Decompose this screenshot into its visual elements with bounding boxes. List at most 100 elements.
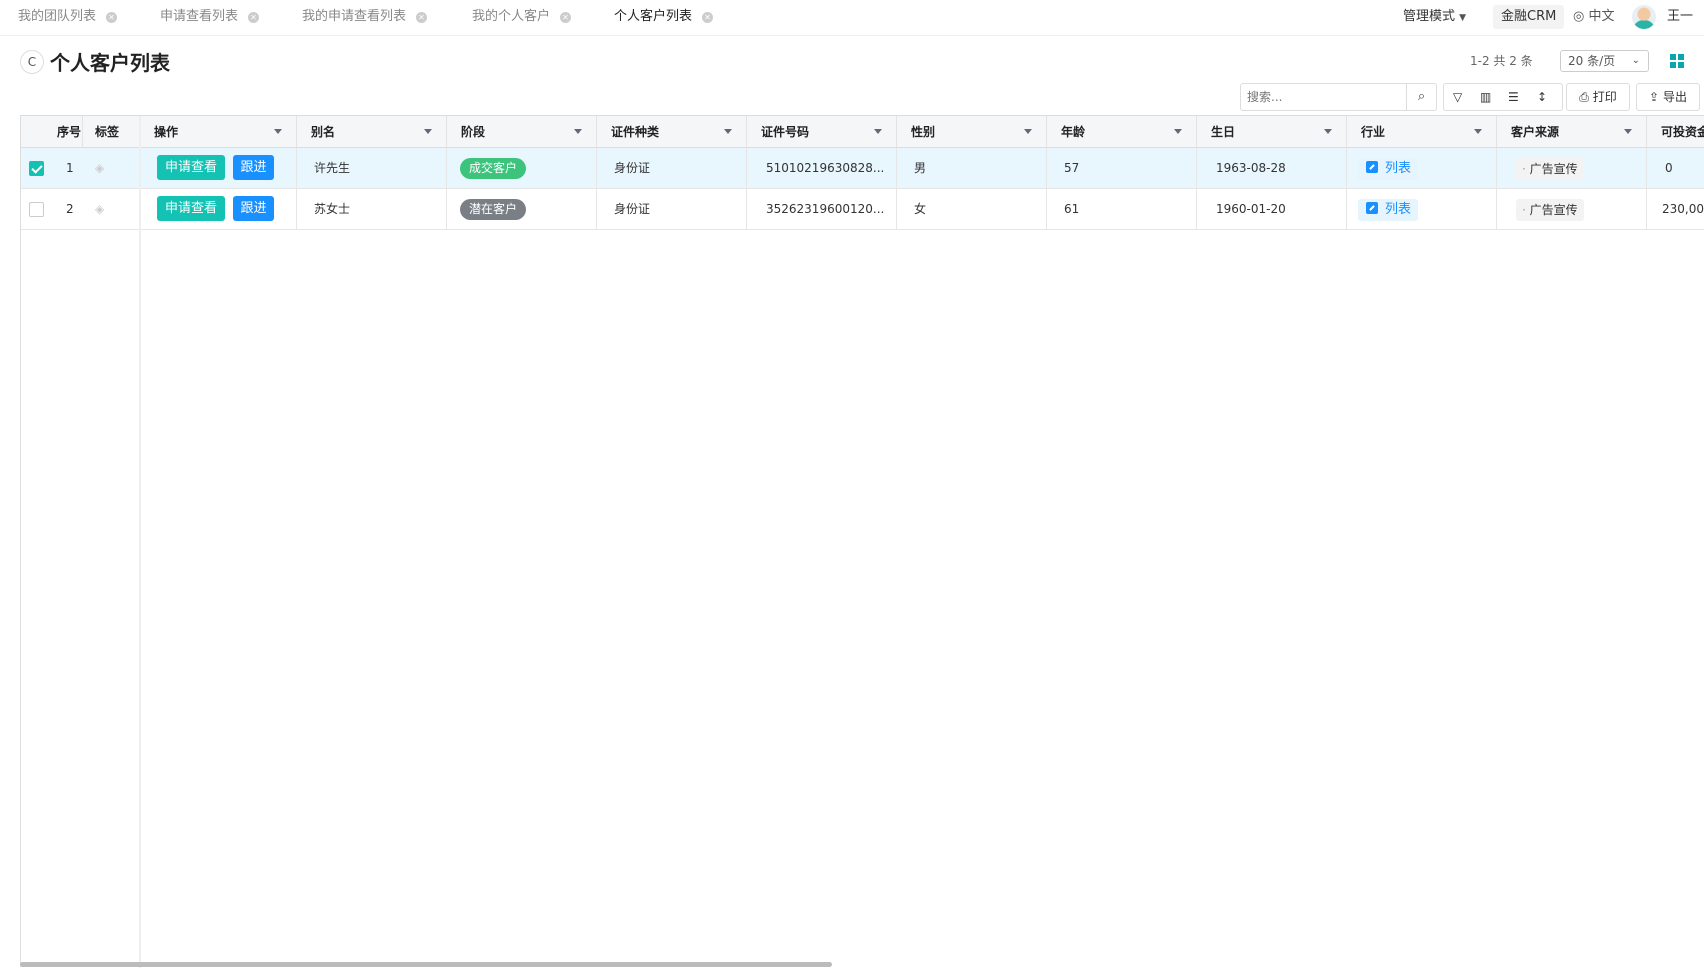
avatar[interactable] [1632, 5, 1656, 29]
investable-cell: 0 [1665, 161, 1673, 175]
column-header-industry[interactable]: 行业 [1347, 116, 1497, 148]
layout-grid-icon[interactable] [1670, 54, 1684, 68]
bar-chart-icon[interactable]: ▥ [1480, 84, 1491, 110]
caret-down-icon[interactable] [574, 129, 582, 134]
source-tag: · 广告宣传 [1516, 157, 1584, 180]
columns-settings-icon[interactable]: ☰ [1508, 84, 1519, 110]
industry-link[interactable]: 列表 [1358, 198, 1419, 221]
pagination-info: 1-2 共 2 条 [1470, 54, 1533, 68]
close-icon[interactable]: ✕ [560, 12, 572, 23]
close-icon[interactable]: ✕ [416, 12, 428, 23]
id-number-cell: 51010219630828... [747, 148, 897, 188]
tool-icon-group: ▽ ▥ ☰ ↕ [1443, 83, 1563, 111]
stage-cell: 潜在客户 [447, 189, 597, 229]
row-checkbox[interactable] [29, 161, 44, 176]
birthday-cell: 1963-08-28 [1197, 148, 1347, 188]
column-header-investable[interactable]: 可投资金额 [1647, 116, 1704, 148]
gender-cell: 女 [897, 189, 1047, 229]
column-header-source[interactable]: 客户来源 [1497, 116, 1647, 148]
external-link-icon [1366, 201, 1378, 214]
status-badge: 成交客户 [460, 158, 527, 179]
close-icon[interactable]: ✕ [702, 12, 714, 23]
customer-table: 序号 标签 操作 别名 阶段 证件种类 证件号码 性别 年龄 生日 行业 客户来… [20, 115, 1704, 968]
industry-link[interactable]: 列表 [1358, 157, 1419, 180]
sort-icon[interactable]: ↕ [1537, 84, 1547, 110]
status-badge: 潜在客户 [460, 199, 527, 220]
column-header-alias[interactable]: 别名 [297, 116, 447, 148]
print-button[interactable]: ⎙ 打印 [1566, 83, 1630, 111]
horizontal-scrollbar[interactable] [20, 962, 832, 967]
caret-down-icon[interactable] [724, 129, 732, 134]
alias-cell: 许先生 [297, 148, 447, 188]
upload-icon: ⇪ [1649, 90, 1660, 104]
age-cell: 61 [1047, 189, 1197, 229]
investable-cell: 230,000 [1662, 202, 1704, 216]
search-icon[interactable]: ⌕ [1406, 84, 1436, 110]
caret-down-icon[interactable] [874, 129, 882, 134]
follow-up-button[interactable]: 跟进 [233, 196, 274, 221]
user-menu[interactable]: 王一 [1667, 0, 1693, 36]
industry-cell: 列表 [1347, 148, 1497, 188]
top-tab-bar: 我的团队列表 ✕ 申请查看列表 ✕ 我的申请查看列表 ✕ 我的个人客户 ✕ 个人客户列表… [0, 0, 1704, 36]
external-link-icon [1366, 160, 1378, 173]
refresh-icon[interactable]: C [20, 50, 44, 74]
close-icon[interactable]: ✕ [106, 12, 118, 23]
export-button[interactable]: ⇪ 导出 [1636, 83, 1700, 111]
caret-down-icon[interactable] [1474, 129, 1482, 134]
tab-apply-view-list[interactable]: 申请查看列表 ✕ [160, 0, 260, 36]
printer-icon: ⎙ [1579, 90, 1589, 104]
language-switcher[interactable]: ◎ 中文 [1573, 0, 1615, 36]
caret-down-icon[interactable] [424, 129, 432, 134]
caret-down-icon[interactable] [1324, 129, 1332, 134]
stage-cell: 成交客户 [447, 148, 597, 188]
column-header-action[interactable]: 操作 [140, 116, 297, 148]
page-title: 个人客户列表 [50, 51, 170, 75]
page-header: C 个人客户列表 1-2 共 2 条 20 条/页 ⌄ [0, 44, 1704, 84]
tag-icon[interactable]: ◈ [95, 203, 107, 215]
id-type-cell: 身份证 [597, 189, 747, 229]
caret-down-icon[interactable] [1174, 129, 1182, 134]
caret-down-icon[interactable] [1024, 129, 1032, 134]
tag-icon[interactable]: ◈ [95, 162, 107, 174]
tab-my-team-list[interactable]: 我的团队列表 ✕ [18, 0, 118, 36]
filter-icon[interactable]: ▽ [1453, 84, 1462, 110]
follow-up-button[interactable]: 跟进 [233, 155, 274, 180]
column-header-index: 序号 [21, 116, 83, 148]
source-cell: · 广告宣传 [1497, 189, 1647, 229]
page-size-select[interactable]: 20 条/页 ⌄ [1560, 50, 1649, 72]
action-cell: 申请查看 跟进 [140, 148, 297, 188]
column-header-stage[interactable]: 阶段 [447, 116, 597, 148]
column-header-id-type[interactable]: 证件种类 [597, 116, 747, 148]
frozen-column-divider [139, 116, 141, 968]
table-row[interactable]: 1 ◈ 申请查看 跟进 许先生 成交客户 身份证 51010219630828.… [21, 148, 1704, 189]
id-type-cell: 身份证 [597, 148, 747, 188]
row-index: 2 [66, 202, 74, 216]
mode-dropdown[interactable]: 管理模式 ▼ [1403, 0, 1466, 36]
gender-cell: 男 [897, 148, 1047, 188]
apply-view-button[interactable]: 申请查看 [157, 155, 225, 180]
alias-cell: 苏女士 [297, 189, 447, 229]
dot-icon: · [1522, 161, 1526, 176]
search-box: ⌕ [1240, 83, 1437, 111]
search-input[interactable] [1241, 84, 1401, 110]
tab-my-apply-view-list[interactable]: 我的申请查看列表 ✕ [302, 0, 428, 36]
age-cell: 57 [1047, 148, 1197, 188]
close-icon[interactable]: ✕ [248, 12, 260, 23]
action-cell: 申请查看 跟进 [140, 189, 297, 229]
apply-view-button[interactable]: 申请查看 [157, 196, 225, 221]
table-row[interactable]: 2 ◈ 申请查看 跟进 苏女士 潜在客户 身份证 35262319600120.… [21, 189, 1704, 230]
app-switcher[interactable]: 金融CRM [1493, 5, 1565, 29]
column-header-tag: 标签 [83, 116, 140, 148]
column-header-age[interactable]: 年龄 [1047, 116, 1197, 148]
tab-personal-customer-list[interactable]: 个人客户列表 ✕ [614, 0, 714, 36]
row-checkbox[interactable] [29, 202, 44, 217]
tab-my-personal-customers[interactable]: 我的个人客户 ✕ [472, 0, 572, 36]
id-number-cell: 35262319600120... [747, 189, 897, 229]
chevron-down-icon: ⌄ [1631, 55, 1640, 66]
column-header-birthday[interactable]: 生日 [1197, 116, 1347, 148]
globe-icon: ◎ [1573, 9, 1585, 24]
column-header-id-number[interactable]: 证件号码 [747, 116, 897, 148]
caret-down-icon[interactable] [1624, 129, 1632, 134]
caret-down-icon[interactable] [274, 129, 282, 134]
column-header-gender[interactable]: 性别 [897, 116, 1047, 148]
